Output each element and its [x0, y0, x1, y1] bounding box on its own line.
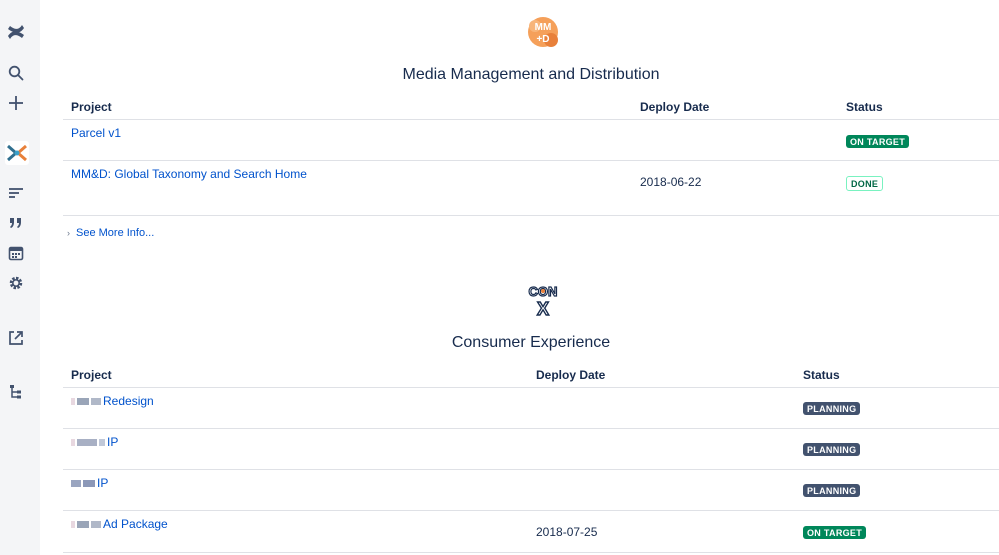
- column-header-deploy-date: Deploy Date: [640, 100, 710, 114]
- redacted-text: [83, 480, 95, 488]
- redacted-text: [91, 521, 101, 529]
- project-link[interactable]: Parcel v1: [71, 126, 121, 140]
- page-tree-icon[interactable]: [5, 182, 27, 204]
- page-content: MM +D Media Management and Distribution …: [63, 0, 999, 555]
- space-avatar-icon[interactable]: [4, 140, 30, 166]
- project-link[interactable]: MM&D: Global Taxonomy and Search Home: [71, 167, 307, 181]
- redacted-text: [71, 439, 75, 447]
- settings-icon[interactable]: [5, 272, 27, 294]
- table-divider: [63, 160, 999, 161]
- confluence-logo-icon[interactable]: [5, 21, 27, 43]
- redacted-text: [77, 398, 89, 406]
- status-badge: PLANNING: [803, 484, 861, 497]
- project-link-label: IP: [97, 476, 109, 490]
- project-link[interactable]: IP: [71, 476, 108, 490]
- table-divider: [63, 119, 999, 120]
- section-title-conx: Consumer Experience: [451, 334, 611, 351]
- column-header-deploy-date: Deploy Date: [536, 368, 606, 382]
- status-badge: DONE: [846, 176, 884, 191]
- column-header-status: Status: [803, 368, 840, 382]
- conx-logo-image: CON X: [525, 282, 561, 318]
- search-icon[interactable]: [5, 62, 27, 84]
- create-plus-icon[interactable]: [5, 92, 27, 114]
- project-link[interactable]: Redesign: [71, 394, 154, 408]
- redacted-text: [91, 398, 101, 406]
- global-sidebar: [0, 0, 40, 555]
- external-link-icon[interactable]: [5, 327, 27, 349]
- table-divider: [63, 510, 999, 511]
- svg-text:X: X: [537, 299, 549, 318]
- table-divider: [63, 387, 999, 388]
- project-link[interactable]: Ad Package: [71, 517, 168, 531]
- deploy-date: 2018-06-22: [640, 175, 702, 189]
- hierarchy-icon[interactable]: [5, 381, 27, 403]
- redacted-text: [71, 480, 81, 488]
- chevron-right-icon: ›: [67, 228, 70, 238]
- redacted-text: [77, 521, 89, 529]
- status-badge: ON TARGET: [803, 526, 867, 539]
- table-divider: [63, 428, 999, 429]
- project-link[interactable]: IP: [71, 435, 118, 449]
- deploy-date: 2018-07-25: [536, 525, 598, 539]
- status-badge: ON TARGET: [846, 135, 910, 148]
- project-link-label: Redesign: [103, 394, 154, 408]
- table-divider: [63, 215, 999, 216]
- project-link-label: Ad Package: [103, 517, 168, 531]
- calendar-icon[interactable]: [5, 242, 27, 264]
- redacted-text: [71, 521, 75, 529]
- quote-icon[interactable]: [5, 212, 27, 234]
- section-title-mmd: Media Management and Distribution: [402, 66, 660, 83]
- svg-text:MM: MM: [535, 22, 552, 33]
- column-header-status: Status: [846, 100, 883, 114]
- status-badge: PLANNING: [803, 402, 861, 415]
- column-header-project: Project: [71, 100, 112, 114]
- redacted-text: [71, 398, 75, 406]
- redacted-text: [99, 439, 105, 447]
- redacted-text: [77, 439, 97, 447]
- mmd-logo-image: MM +D: [525, 14, 561, 50]
- column-header-project: Project: [71, 368, 112, 382]
- see-more-expand[interactable]: › See More Info...: [67, 227, 154, 239]
- project-link-label: IP: [107, 435, 119, 449]
- status-badge: PLANNING: [803, 443, 861, 456]
- table-divider: [63, 469, 999, 470]
- svg-text:+D: +D: [536, 34, 549, 45]
- table-divider: [63, 552, 999, 553]
- see-more-label: See More Info...: [76, 227, 155, 239]
